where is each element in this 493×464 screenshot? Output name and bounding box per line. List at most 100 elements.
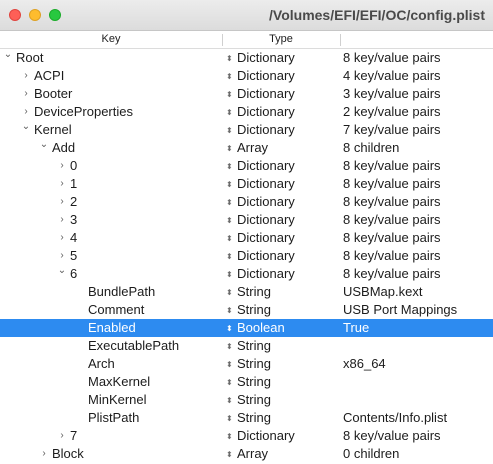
outline-row[interactable]: › 5 ⬍ Dictionary 8 key/value pairs bbox=[0, 247, 493, 265]
row-value[interactable]: 8 key/value pairs bbox=[343, 265, 441, 283]
row-key[interactable]: Booter bbox=[34, 85, 72, 103]
row-key[interactable]: 7 bbox=[70, 427, 77, 445]
row-type-popup[interactable]: ⬍ Dictionary bbox=[226, 49, 295, 68]
outline-row[interactable]: MinKernel ⬍ String bbox=[0, 391, 493, 409]
disclosure-collapsed-icon[interactable]: › bbox=[57, 229, 67, 247]
disclosure-collapsed-icon[interactable]: › bbox=[57, 193, 67, 211]
outline-row[interactable]: BundlePath ⬍ String USBMap.kext bbox=[0, 283, 493, 301]
disclosure-expanded-icon[interactable]: ⌄ bbox=[57, 265, 67, 283]
row-value[interactable]: 4 key/value pairs bbox=[343, 67, 441, 85]
row-value[interactable]: 8 key/value pairs bbox=[343, 193, 441, 211]
row-type-popup[interactable]: ⬍ Array bbox=[226, 445, 268, 464]
disclosure-collapsed-icon[interactable]: › bbox=[21, 85, 31, 103]
column-header-type[interactable]: Type bbox=[222, 33, 340, 45]
row-key[interactable]: MaxKernel bbox=[88, 373, 150, 391]
row-key[interactable]: 3 bbox=[70, 211, 77, 229]
row-value[interactable]: 0 children bbox=[343, 445, 399, 463]
row-type-popup[interactable]: ⬍ Dictionary bbox=[226, 247, 295, 266]
row-value[interactable]: 3 key/value pairs bbox=[343, 85, 441, 103]
disclosure-collapsed-icon[interactable]: › bbox=[21, 103, 31, 121]
disclosure-expanded-icon[interactable]: ⌄ bbox=[21, 121, 31, 139]
row-value[interactable]: 8 key/value pairs bbox=[343, 247, 441, 265]
disclosure-collapsed-icon[interactable]: › bbox=[39, 445, 49, 463]
row-type-popup[interactable]: ⬍ Dictionary bbox=[226, 427, 295, 446]
row-key[interactable]: Enabled bbox=[88, 319, 136, 337]
disclosure-collapsed-icon[interactable]: › bbox=[57, 211, 67, 229]
row-key[interactable]: Add bbox=[52, 139, 75, 157]
row-type-popup[interactable]: ⬍ Dictionary bbox=[226, 103, 295, 122]
outline-row[interactable]: Enabled ⬍ Boolean True bbox=[0, 319, 493, 337]
column-divider[interactable] bbox=[340, 34, 341, 46]
row-type-popup[interactable]: ⬍ Dictionary bbox=[226, 175, 295, 194]
row-value[interactable]: 8 key/value pairs bbox=[343, 157, 441, 175]
row-value[interactable]: Contents/Info.plist bbox=[343, 409, 447, 427]
row-type-popup[interactable]: ⬍ String bbox=[226, 301, 271, 320]
close-button[interactable] bbox=[9, 9, 21, 21]
row-type-popup[interactable]: ⬍ String bbox=[226, 409, 271, 428]
disclosure-collapsed-icon[interactable]: › bbox=[21, 67, 31, 85]
outline-row[interactable]: PlistPath ⬍ String Contents/Info.plist bbox=[0, 409, 493, 427]
row-key[interactable]: MinKernel bbox=[88, 391, 147, 409]
row-key[interactable]: Arch bbox=[88, 355, 115, 373]
row-value[interactable]: 8 key/value pairs bbox=[343, 211, 441, 229]
row-key[interactable]: Comment bbox=[88, 301, 144, 319]
row-key[interactable]: Root bbox=[16, 49, 43, 67]
disclosure-expanded-icon[interactable]: ⌄ bbox=[3, 49, 13, 67]
row-value[interactable]: USB Port Mappings bbox=[343, 301, 457, 319]
outline-row[interactable]: › Booter ⬍ Dictionary 3 key/value pairs bbox=[0, 85, 493, 103]
row-type-popup[interactable]: ⬍ Dictionary bbox=[226, 229, 295, 248]
row-key[interactable]: 4 bbox=[70, 229, 77, 247]
outline-row[interactable]: Arch ⬍ String x86_64 bbox=[0, 355, 493, 373]
outline-row[interactable]: ⌄ Add ⬍ Array 8 children bbox=[0, 139, 493, 157]
row-value[interactable]: 8 key/value pairs bbox=[343, 175, 441, 193]
row-value[interactable]: 2 key/value pairs bbox=[343, 103, 441, 121]
row-value[interactable]: True bbox=[343, 319, 369, 337]
outline-row[interactable]: ⌄ Root ⬍ Dictionary 8 key/value pairs bbox=[0, 49, 493, 67]
row-type-popup[interactable]: ⬍ Dictionary bbox=[226, 121, 295, 140]
row-value[interactable]: x86_64 bbox=[343, 355, 386, 373]
disclosure-collapsed-icon[interactable]: › bbox=[57, 427, 67, 445]
row-key[interactable]: Kernel bbox=[34, 121, 72, 139]
outline-row[interactable]: ⌄ 6 ⬍ Dictionary 8 key/value pairs bbox=[0, 265, 493, 283]
row-type-popup[interactable]: ⬍ Array bbox=[226, 139, 268, 158]
outline-row[interactable]: › 4 ⬍ Dictionary 8 key/value pairs bbox=[0, 229, 493, 247]
row-type-popup[interactable]: ⬍ Dictionary bbox=[226, 85, 295, 104]
outline-row[interactable]: › 2 ⬍ Dictionary 8 key/value pairs bbox=[0, 193, 493, 211]
row-key[interactable]: ExecutablePath bbox=[88, 337, 179, 355]
row-type-popup[interactable]: ⬍ String bbox=[226, 355, 271, 374]
row-type-popup[interactable]: ⬍ String bbox=[226, 283, 271, 302]
row-type-popup[interactable]: ⬍ Dictionary bbox=[226, 193, 295, 212]
outline-row[interactable]: › Block ⬍ Array 0 children bbox=[0, 445, 493, 463]
outline-row[interactable]: › 0 ⬍ Dictionary 8 key/value pairs bbox=[0, 157, 493, 175]
outline-row[interactable]: Comment ⬍ String USB Port Mappings bbox=[0, 301, 493, 319]
row-value[interactable]: 8 children bbox=[343, 139, 399, 157]
row-key[interactable]: PlistPath bbox=[88, 409, 139, 427]
row-key[interactable]: 0 bbox=[70, 157, 77, 175]
outline-row[interactable]: › 1 ⬍ Dictionary 8 key/value pairs bbox=[0, 175, 493, 193]
row-key[interactable]: ACPI bbox=[34, 67, 64, 85]
row-type-popup[interactable]: ⬍ String bbox=[226, 391, 271, 410]
disclosure-collapsed-icon[interactable]: › bbox=[57, 157, 67, 175]
row-type-popup[interactable]: ⬍ String bbox=[226, 337, 271, 356]
outline-row[interactable]: ExecutablePath ⬍ String bbox=[0, 337, 493, 355]
row-value[interactable]: 8 key/value pairs bbox=[343, 49, 441, 67]
outline-row[interactable]: › DeviceProperties ⬍ Dictionary 2 key/value … bbox=[0, 103, 493, 121]
row-type-popup[interactable]: ⬍ Dictionary bbox=[226, 211, 295, 230]
minimize-button[interactable] bbox=[29, 9, 41, 21]
row-key[interactable]: 2 bbox=[70, 193, 77, 211]
row-key[interactable]: DeviceProperties bbox=[34, 103, 133, 121]
row-value[interactable]: 7 key/value pairs bbox=[343, 121, 441, 139]
disclosure-collapsed-icon[interactable]: › bbox=[57, 175, 67, 193]
outline-row[interactable]: ⌄ Kernel ⬍ Dictionary 7 key/value pairs bbox=[0, 121, 493, 139]
outline-row[interactable]: MaxKernel ⬍ String bbox=[0, 373, 493, 391]
title-bar[interactable]: /Volumes/EFI/EFI/OC/config.plist bbox=[0, 0, 493, 31]
column-header-key[interactable]: Key bbox=[0, 33, 222, 45]
zoom-button[interactable] bbox=[49, 9, 61, 21]
row-type-popup[interactable]: ⬍ Dictionary bbox=[226, 67, 295, 86]
outline-row[interactable]: › 7 ⬍ Dictionary 8 key/value pairs bbox=[0, 427, 493, 445]
disclosure-expanded-icon[interactable]: ⌄ bbox=[39, 139, 49, 157]
row-type-popup[interactable]: ⬍ Dictionary bbox=[226, 265, 295, 284]
row-key[interactable]: Block bbox=[52, 445, 84, 463]
row-value[interactable]: USBMap.kext bbox=[343, 283, 422, 301]
outline-row[interactable]: › 3 ⬍ Dictionary 8 key/value pairs bbox=[0, 211, 493, 229]
